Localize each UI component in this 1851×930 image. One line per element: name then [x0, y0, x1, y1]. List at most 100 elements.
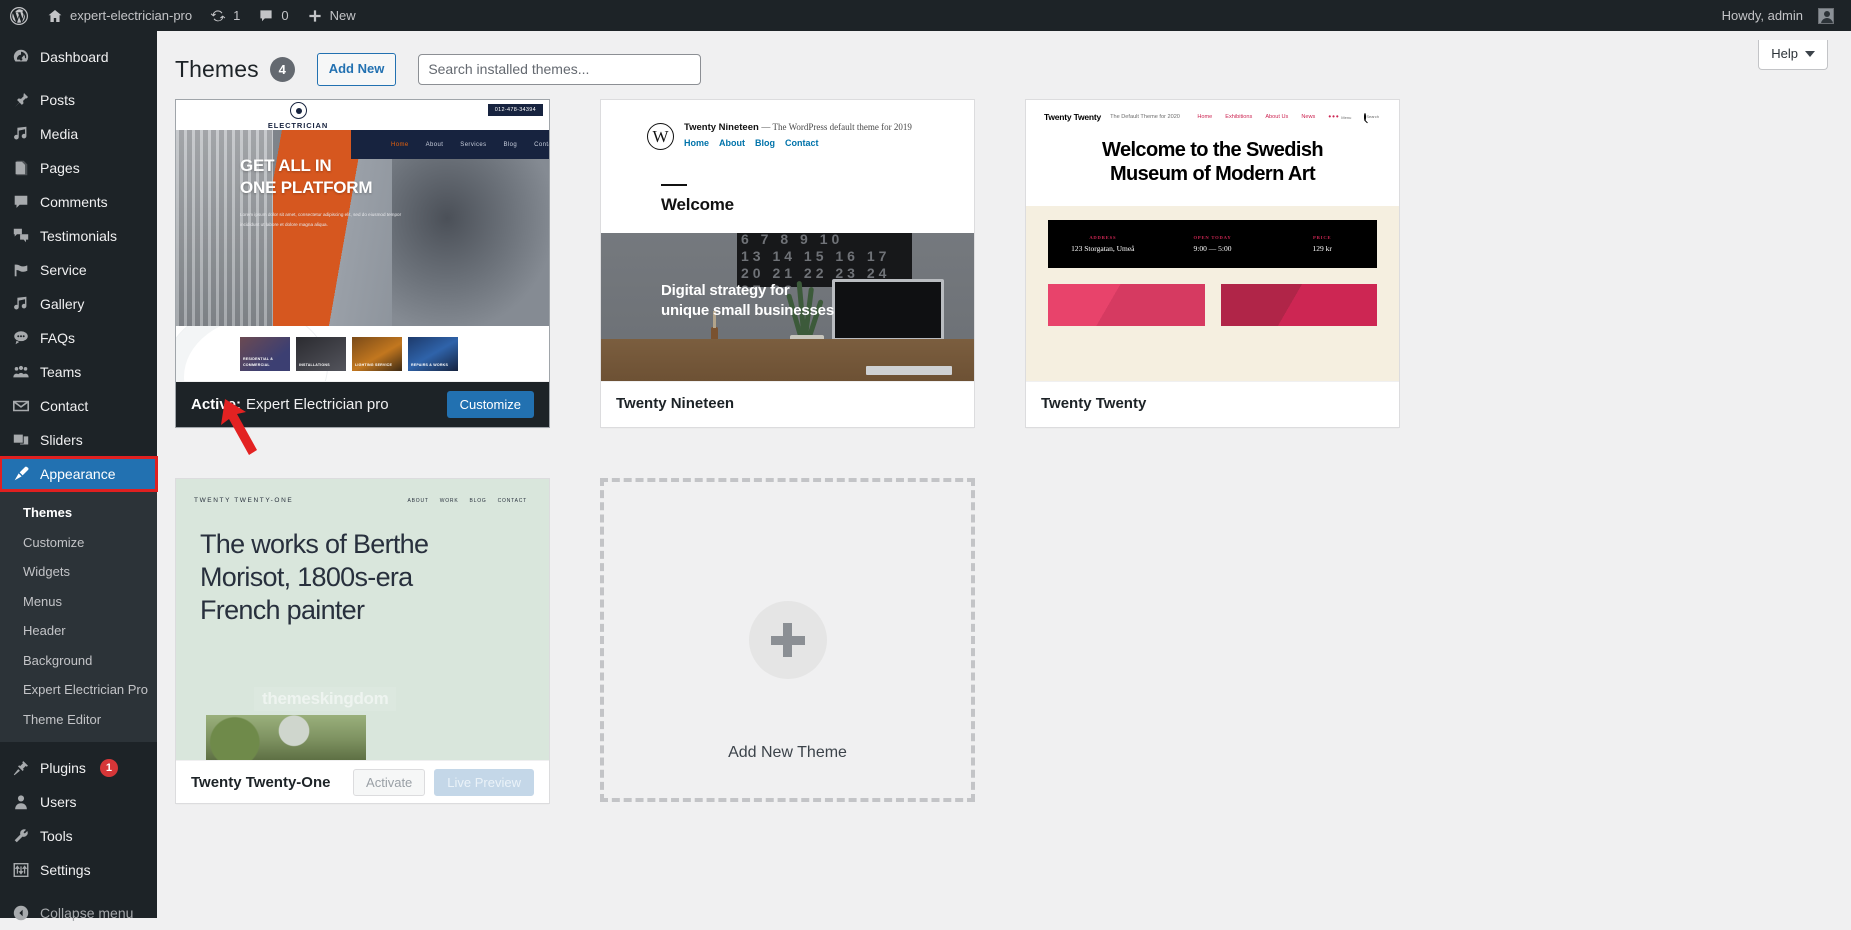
- theme-count-badge: 4: [269, 56, 295, 82]
- submenu-item-themes[interactable]: Themes: [0, 498, 157, 528]
- brush-icon: [11, 464, 31, 484]
- theme-name: Twenty Twenty: [1041, 394, 1147, 412]
- admin-bar: expert-electrician-pro 1 0 New Howdy, ad…: [0, 0, 1851, 31]
- sidebar-item-appearance[interactable]: Appearance: [0, 456, 158, 492]
- submenu-item-customize[interactable]: Customize: [0, 528, 157, 558]
- sidebar-item-tools[interactable]: Tools: [0, 819, 157, 853]
- preview-twenty-twenty: Twenty Twenty The Default Theme for 2020…: [1026, 100, 1399, 381]
- preview-tagline: The Default Theme for 2020: [1110, 114, 1180, 120]
- preview-nav: Home About Blog Contact: [684, 138, 912, 148]
- sidebar-item-users[interactable]: Users: [0, 785, 157, 819]
- sidebar-item-teams[interactable]: Teams: [0, 355, 157, 389]
- sidebar-item-pages[interactable]: Pages: [0, 151, 157, 185]
- theme-card-twenty-twenty-one[interactable]: TWENTY TWENTY-ONE ABOUT WORK BLOG CONTAC…: [175, 478, 550, 804]
- sidebar-item-gallery[interactable]: Gallery: [0, 287, 157, 321]
- preview-headline-line3: French painter: [200, 594, 365, 625]
- submenu-item-widgets[interactable]: Widgets: [0, 557, 157, 587]
- sidebar-item-comments[interactable]: Comments: [0, 185, 157, 219]
- sidebar-item-label: Plugins: [40, 760, 86, 777]
- add-new-theme-label: Add New Theme: [728, 744, 847, 761]
- preview-logo: ELECTRICIAN: [248, 102, 348, 130]
- preview-keyboard: [866, 366, 952, 375]
- preview-info-value: 9:00 — 5:00: [1193, 244, 1232, 253]
- theme-card-footer: Active: Expert Electrician pro Customize: [176, 382, 549, 427]
- preview-headline: Welcome to the Swedish Museum of Modern …: [1068, 138, 1357, 187]
- sidebar-item-dashboard[interactable]: Dashboard: [0, 40, 157, 74]
- preview-brand: Twenty Twenty: [1044, 112, 1102, 122]
- plus-icon: [307, 8, 323, 24]
- my-account-menu[interactable]: Howdy, admin: [1713, 0, 1843, 31]
- preview-card-label: INSTALLATIONS: [299, 362, 330, 367]
- media-icon: [11, 124, 31, 144]
- theme-card-twenty-nineteen[interactable]: W Twenty Nineteen — The WordPress defaul…: [600, 99, 975, 428]
- site-name-menu[interactable]: expert-electrician-pro: [38, 0, 201, 31]
- sidebar-item-plugins[interactable]: Plugins 1: [0, 751, 157, 785]
- submenu-item-header[interactable]: Header: [0, 616, 157, 646]
- search-input[interactable]: [418, 53, 702, 85]
- live-preview-button[interactable]: Live Preview: [434, 768, 534, 796]
- preview-info-col: OPEN TODAY 9:00 — 5:00: [1158, 235, 1268, 253]
- sidebar-item-settings[interactable]: Settings: [0, 853, 157, 887]
- comments-menu[interactable]: 0: [249, 0, 297, 31]
- preview-nav-item: Exhibitions: [1225, 114, 1253, 120]
- sidebar-item-sliders[interactable]: Sliders: [0, 423, 157, 457]
- customize-button[interactable]: Customize: [446, 391, 534, 418]
- plug-icon: [11, 758, 31, 778]
- theme-card-expert-electrician-pro[interactable]: ELECTRICIAN 012-478-34394 Home About Ser…: [175, 99, 550, 428]
- preview-watermark: themeskingdom: [254, 687, 397, 711]
- wordpress-w-icon: W: [647, 123, 674, 150]
- preview-info-value: 129 kr: [1312, 244, 1332, 253]
- sidebar-item-label: Testimonials: [40, 228, 118, 244]
- theme-screenshot[interactable]: ELECTRICIAN 012-478-34394 Home About Ser…: [176, 100, 549, 382]
- theme-card-twenty-twenty[interactable]: Twenty Twenty The Default Theme for 2020…: [1025, 99, 1400, 428]
- theme-screenshot[interactable]: W Twenty Nineteen — The WordPress defaul…: [601, 100, 974, 382]
- preview-headline-line2: Museum of Modern Art: [1109, 163, 1316, 186]
- sidebar-item-label: Tools: [40, 828, 73, 845]
- collapse-menu-button[interactable]: Collapse menu: [0, 896, 157, 930]
- submenu-item-expert-electrician-pro[interactable]: Expert Electrician Pro: [0, 675, 157, 705]
- wordpress-logo-icon: [9, 6, 29, 26]
- theme-actions: Activate Live Preview: [353, 768, 534, 796]
- avatar: [1818, 7, 1834, 24]
- preview-service-cards: RESIDENTIAL & COMMERCIAL INSTALLATIONS L…: [240, 337, 458, 371]
- help-toggle-button[interactable]: Help: [1758, 40, 1828, 70]
- submenu-item-menus[interactable]: Menus: [0, 587, 157, 617]
- preview-nav-item: About Us: [1265, 114, 1289, 120]
- updates-menu[interactable]: 1: [201, 0, 249, 31]
- main-content: Help Themes 4 Add New ELECTRICIAN 012-47…: [157, 31, 1851, 918]
- submenu-item-background[interactable]: Background: [0, 646, 157, 676]
- sidebar-item-faqs[interactable]: FAQs: [0, 321, 157, 355]
- preview-nav-item: BLOG: [469, 497, 487, 504]
- preview-hero-text: Digital strategy for unique small busine…: [661, 281, 834, 322]
- comments-count: 0: [281, 8, 289, 23]
- menu-dots-icon: •••: [1328, 111, 1340, 121]
- sidebar-item-posts[interactable]: Posts: [0, 83, 157, 117]
- sidebar-item-label: Media: [40, 126, 79, 142]
- preview-card-label: REPAIRS & WORKS: [411, 362, 449, 367]
- wp-logo-menu[interactable]: [0, 0, 38, 31]
- theme-card-footer: Twenty Twenty: [1026, 382, 1399, 424]
- preview-monitor: [832, 279, 944, 341]
- add-new-theme-card[interactable]: Add New Theme: [600, 478, 975, 802]
- themes-grid: ELECTRICIAN 012-478-34394 Home About Ser…: [175, 99, 1835, 854]
- comment-bubble-icon: [258, 8, 274, 24]
- sidebar-item-media[interactable]: Media: [0, 117, 157, 151]
- add-new-button[interactable]: Add New: [316, 53, 397, 86]
- sidebar-item-testimonials[interactable]: Testimonials: [0, 219, 157, 253]
- preview-search-toggle: Search: [1364, 113, 1379, 121]
- help-label: Help: [1771, 46, 1798, 61]
- sidebar-item-label: Users: [40, 794, 77, 811]
- theme-screenshot[interactable]: TWENTY TWENTY-ONE ABOUT WORK BLOG CONTAC…: [176, 479, 549, 761]
- sidebar-item-service[interactable]: Service: [0, 253, 157, 287]
- menu-spacer-top: [0, 31, 157, 40]
- sidebar-item-label: Appearance: [40, 466, 116, 482]
- howdy-label: Howdy, admin: [1721, 8, 1803, 23]
- preview-art-tile: [1220, 284, 1377, 326]
- new-content-menu[interactable]: New: [298, 0, 365, 31]
- theme-screenshot[interactable]: Twenty Twenty The Default Theme for 2020…: [1026, 100, 1399, 382]
- sidebar-item-label: FAQs: [40, 330, 76, 346]
- submenu-item-theme-editor[interactable]: Theme Editor: [0, 705, 157, 735]
- sidebar-item-contact[interactable]: Contact: [0, 389, 157, 423]
- activate-button[interactable]: Activate: [353, 768, 426, 796]
- preview-hero-line1: Digital strategy for: [661, 282, 790, 299]
